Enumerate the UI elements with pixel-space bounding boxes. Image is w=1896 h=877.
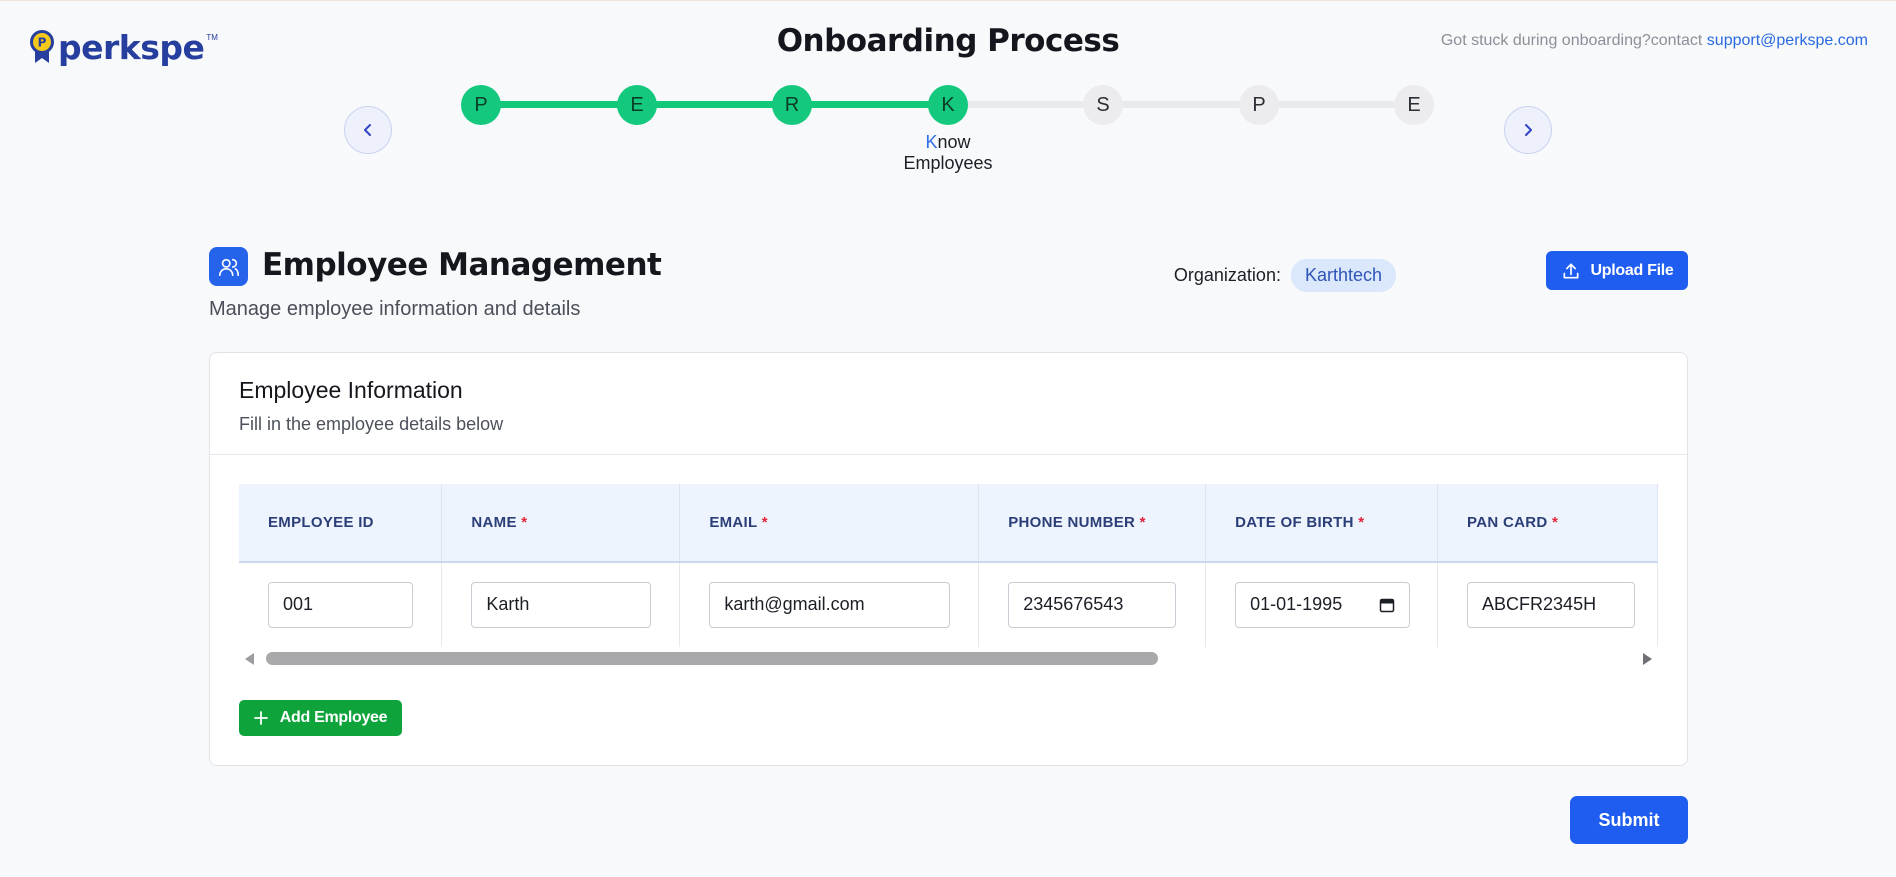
current-step-caption: Know Employees: [878, 132, 1018, 174]
column-header-phone: PHONE NUMBER *: [978, 484, 1207, 563]
column-header-dob: DATE OF BIRTH *: [1205, 484, 1439, 563]
employee-id-input[interactable]: [268, 581, 413, 628]
email-input[interactable]: [709, 581, 951, 628]
step-2[interactable]: E: [617, 85, 657, 125]
name-input[interactable]: [471, 581, 652, 628]
column-header-name: NAME *: [441, 484, 681, 563]
add-employee-label: Add Employee: [279, 709, 388, 726]
plus-icon: [253, 711, 268, 725]
help-label: Got stuck during onboarding?contact: [1440, 32, 1707, 49]
next-step-button[interactable]: [1504, 106, 1552, 154]
card-header: Employee Information Fill in the employe…: [210, 353, 1687, 455]
step-5[interactable]: S: [1083, 85, 1123, 125]
chevron-right-icon: [1525, 124, 1532, 136]
caption-line2: Employees: [903, 153, 993, 173]
add-employee-button[interactable]: Add Employee: [239, 700, 402, 736]
horizontal-scrollbar[interactable]: [239, 649, 1658, 667]
step-7[interactable]: E: [1394, 85, 1434, 125]
column-header-email: EMAIL *: [679, 484, 980, 563]
step-6[interactable]: P: [1239, 85, 1279, 125]
caption-rest: now: [937, 132, 971, 152]
upload-file-button[interactable]: Upload File: [1546, 251, 1688, 290]
users-icon: [209, 247, 248, 286]
stepper-progress-pending: [949, 101, 1415, 108]
cell-phone: [978, 562, 1207, 647]
scrollbar-thumb[interactable]: [266, 652, 1158, 665]
column-header-employee-id: EMPLOYEE ID: [239, 484, 443, 563]
step-letter: E: [630, 93, 644, 116]
section-subtitle: Manage employee information and details: [209, 298, 581, 320]
cell-dob: 01-01-1995: [1205, 562, 1439, 647]
phone-input[interactable]: [1008, 581, 1177, 628]
upload-icon: [1563, 263, 1579, 278]
step-letter: P: [474, 93, 488, 116]
step-letter: S: [1096, 93, 1110, 116]
previous-step-button[interactable]: [344, 106, 392, 154]
cell-name: [441, 562, 681, 647]
organization-chip: Karthtech: [1290, 259, 1396, 292]
table-header-row: EMPLOYEE ID NAME * EMAIL * PHONE NUMBER …: [239, 484, 1658, 563]
scroll-right-arrow-icon[interactable]: [1643, 653, 1652, 665]
step-3[interactable]: R: [772, 85, 812, 125]
cell-email: [679, 562, 980, 647]
column-header-pan: PAN CARD *: [1437, 484, 1658, 563]
step-letter: K: [941, 93, 955, 116]
step-letter: E: [1407, 93, 1421, 116]
section-title: Employee Management: [262, 247, 662, 283]
chevron-left-icon: [364, 124, 371, 136]
organization-label: Organization:: [1173, 265, 1281, 285]
card-subtitle: Fill in the employee details below: [239, 414, 504, 434]
step-letter: R: [784, 93, 800, 116]
table-row: 01-01-1995: [239, 562, 1658, 647]
employee-table: EMPLOYEE ID NAME * EMAIL * PHONE NUMBER …: [239, 484, 1658, 647]
support-email-link[interactable]: support@perkspe.com: [1707, 32, 1868, 49]
dob-value: 01-01-1995: [1250, 594, 1343, 615]
step-1[interactable]: P: [461, 85, 501, 125]
scroll-left-arrow-icon[interactable]: [245, 653, 254, 665]
cell-pan: [1437, 562, 1658, 647]
employee-information-card: Employee Information Fill in the employe…: [209, 352, 1688, 766]
submit-button[interactable]: Submit: [1570, 796, 1688, 844]
help-text: Got stuck during onboarding?contact supp…: [1441, 32, 1868, 50]
step-4-current[interactable]: K: [928, 85, 968, 125]
calendar-icon[interactable]: [1379, 597, 1395, 613]
pan-card-input[interactable]: [1467, 581, 1636, 628]
card-title: Employee Information: [239, 377, 463, 403]
employee-table-scroll[interactable]: EMPLOYEE ID NAME * EMAIL * PHONE NUMBER …: [239, 484, 1658, 647]
caption-initial: K: [925, 132, 938, 152]
dob-input[interactable]: 01-01-1995: [1235, 581, 1411, 628]
stepper-progress-done: [481, 101, 949, 108]
cell-employee-id: [239, 562, 443, 647]
step-letter: P: [1252, 93, 1266, 116]
organization-info: Organization: Karthtech: [1174, 259, 1396, 292]
upload-file-label: Upload File: [1590, 261, 1674, 279]
